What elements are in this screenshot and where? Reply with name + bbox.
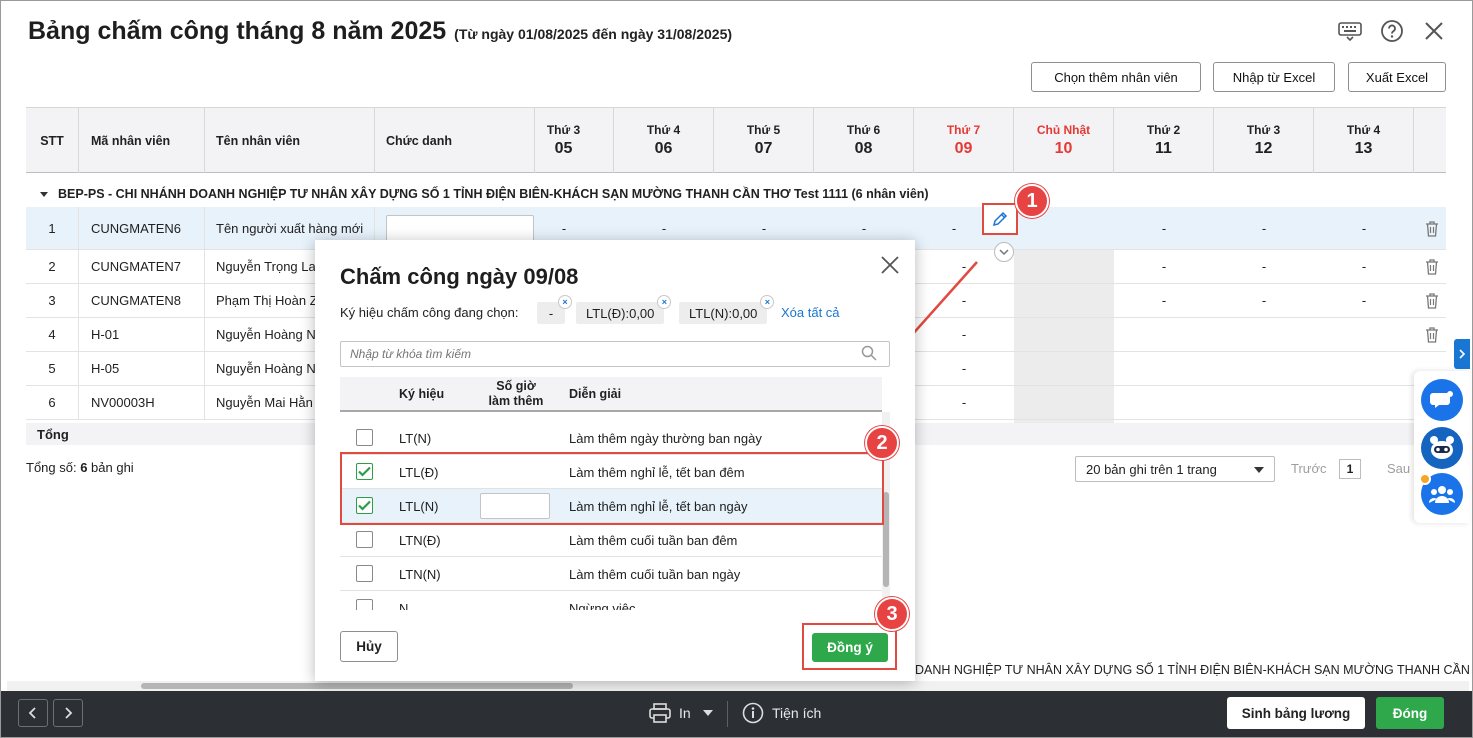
chevron-right-icon	[65, 707, 73, 719]
clear-all-link[interactable]: Xóa tất cả	[781, 305, 840, 320]
attendance-dialog: Chấm công ngày 09/08 Ký hiệu chấm công đ…	[315, 240, 915, 681]
dialog-title: Chấm công ngày 09/08	[340, 264, 579, 289]
symbol-description: Làm thêm cuối tuần ban ngày	[569, 566, 741, 582]
symbol-code: LT(N)	[399, 430, 432, 446]
search-icon[interactable]	[861, 345, 877, 361]
checkbox[interactable]	[356, 531, 373, 548]
remove-chip-icon[interactable]: ×	[657, 295, 672, 309]
printer-icon	[649, 703, 671, 723]
checkbox-checked[interactable]	[356, 463, 373, 480]
symbol-row[interactable]: LTN(Đ) Làm thêm cuối tuần ban đêm	[340, 523, 882, 557]
symbol-code: LTL(N)	[399, 498, 439, 514]
checkbox-checked[interactable]	[356, 497, 373, 514]
callout-box-step3: Đồng ý	[802, 623, 897, 670]
symbol-description: Làm thêm nghỉ lễ, tết ban đêm	[569, 464, 745, 480]
symbol-row[interactable]: N Ngừng việc	[340, 591, 882, 610]
generate-payroll-button[interactable]: Sinh bảng lương	[1227, 697, 1365, 729]
symbol-table-header: Ký hiệu Số giờ làm thêm Diễn giải	[340, 377, 882, 412]
symbol-row[interactable]: LT(N) Làm thêm ngày thường ban ngày	[340, 421, 882, 455]
toolbar-divider	[727, 701, 728, 727]
checkbox[interactable]	[356, 599, 373, 610]
symbol-row[interactable]: LTN(N) Làm thêm cuối tuần ban ngày	[340, 557, 882, 591]
utilities-menu[interactable]: Tiện ích	[742, 691, 821, 735]
symbol-description: Làm thêm nghỉ lễ, tết ban ngày	[569, 498, 748, 514]
current-page[interactable]: 1	[1339, 459, 1361, 479]
record-count: Tổng số: 6 bản ghi	[26, 460, 134, 475]
dialog-close-icon[interactable]	[877, 252, 903, 278]
horizontal-scrollbar[interactable]	[7, 681, 1469, 691]
checkmark-icon	[358, 500, 371, 511]
symbol-code: LTN(N)	[399, 566, 441, 582]
scrollbar-thumb[interactable]	[141, 683, 573, 689]
print-menu[interactable]: In	[649, 691, 713, 735]
chat-icon[interactable]	[1421, 379, 1463, 421]
selected-chip: LTL(Đ):0,00 ×	[576, 295, 672, 324]
chevron-left-icon	[28, 707, 36, 719]
page-size-select[interactable]: 20 bản ghi trên 1 trang	[1075, 456, 1275, 482]
side-panel-toggle[interactable]	[1454, 339, 1470, 369]
selected-chip: - ×	[537, 295, 572, 324]
remove-chip-icon[interactable]: ×	[760, 295, 775, 309]
checkmark-icon	[358, 466, 371, 477]
agree-button[interactable]: Đồng ý	[812, 633, 888, 662]
chevron-down-icon	[1254, 467, 1264, 473]
symbol-table: Ký hiệu Số giờ làm thêm Diễn giải LT(N) L…	[340, 377, 890, 610]
prev-page-link[interactable]: Trước	[1291, 461, 1327, 476]
search-input[interactable]	[340, 341, 890, 367]
symbol-code: N	[399, 600, 409, 611]
checkbox[interactable]	[356, 565, 373, 582]
symbol-description: Làm thêm ngày thường ban ngày	[569, 430, 762, 446]
chips-label: Ký hiệu chấm công đang chọn:	[340, 305, 519, 320]
step-badge-2: 2	[865, 426, 899, 460]
prev-nav-button[interactable]	[18, 699, 48, 727]
cancel-button[interactable]: Hủy	[340, 631, 398, 662]
next-nav-button[interactable]	[53, 699, 83, 727]
symbol-description: Làm thêm cuối tuần ban đêm	[569, 532, 738, 548]
group-marquee: DANH NGHIỆP TƯ NHÂN XÂY DỰNG SỐ 1 TỈNH Đ…	[915, 663, 1473, 677]
info-icon	[742, 702, 764, 724]
side-panel	[1414, 371, 1470, 523]
next-page-link[interactable]: Sau	[1387, 461, 1410, 476]
overtime-hours-input[interactable]	[480, 493, 550, 519]
header-description: Diễn giải	[569, 386, 622, 401]
symbol-row[interactable]: LTL(Đ) Làm thêm nghỉ lễ, tết ban đêm	[340, 455, 882, 489]
step-badge-1: 1	[1015, 184, 1049, 218]
notification-dot	[1419, 473, 1431, 485]
symbol-row[interactable]: LTL(N) Làm thêm nghỉ lễ, tết ban ngày	[340, 489, 882, 523]
bottom-toolbar: In Tiện ích Sinh bảng lương Đóng	[1, 691, 1472, 737]
chevron-down-icon	[702, 710, 713, 716]
step-badge-3: 3	[875, 597, 909, 631]
symbol-code: LTN(Đ)	[399, 532, 441, 548]
remove-chip-icon[interactable]: ×	[558, 295, 572, 309]
close-button[interactable]: Đóng	[1376, 697, 1444, 729]
symbol-description: Ngừng việc	[569, 600, 636, 611]
dialog-scrollbar-thumb[interactable]	[883, 492, 889, 587]
checkbox[interactable]	[356, 429, 373, 446]
header-overtime-hours: Số giờ làm thêm	[488, 378, 544, 408]
header-symbol: Ký hiệu	[399, 386, 445, 401]
timesheet-window: Bảng chấm công tháng 8 năm 2025 (Từ ngày…	[0, 0, 1473, 738]
selected-chip: LTL(N):0,00 ×	[679, 295, 775, 324]
symbol-code: LTL(Đ)	[399, 464, 439, 480]
assistant-bot-icon[interactable]	[1421, 427, 1463, 469]
